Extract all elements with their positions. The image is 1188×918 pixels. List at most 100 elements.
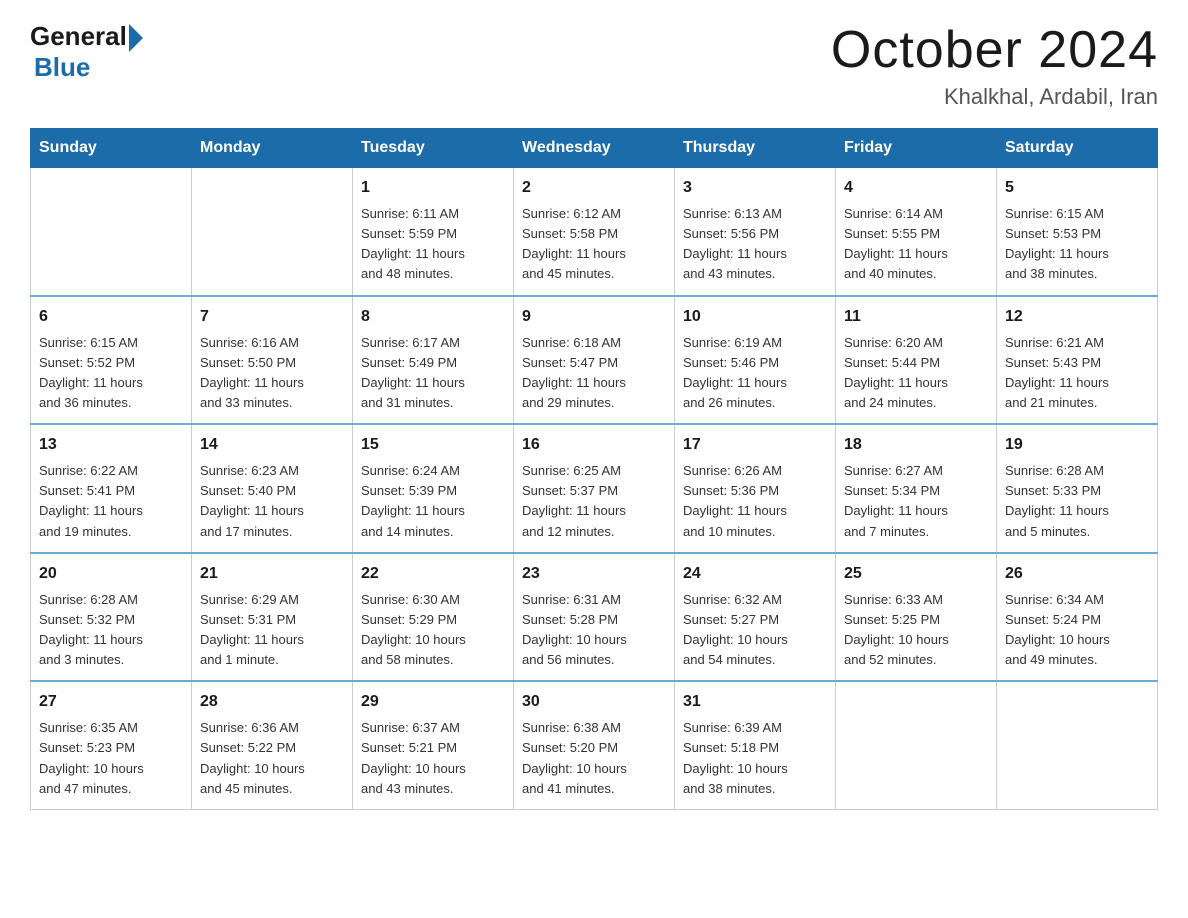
day-number: 13 (39, 433, 183, 457)
day-number: 25 (844, 562, 988, 586)
day-info: Sunrise: 6:12 AMSunset: 5:58 PMDaylight:… (522, 204, 666, 285)
day-info: Sunrise: 6:27 AMSunset: 5:34 PMDaylight:… (844, 461, 988, 542)
day-number: 12 (1005, 305, 1149, 329)
day-number: 11 (844, 305, 988, 329)
logo-arrow-icon (129, 24, 143, 52)
day-info: Sunrise: 6:30 AMSunset: 5:29 PMDaylight:… (361, 590, 505, 671)
weekday-header-sunday: Sunday (31, 129, 192, 168)
calendar-cell: 4 Sunrise: 6:14 AMSunset: 5:55 PMDaylight… (836, 168, 997, 296)
day-number: 15 (361, 433, 505, 457)
calendar-cell (997, 681, 1158, 809)
calendar-cell (192, 168, 353, 296)
day-info: Sunrise: 6:37 AMSunset: 5:21 PMDaylight:… (361, 718, 505, 799)
calendar-cell: 6 Sunrise: 6:15 AMSunset: 5:52 PMDaylight… (31, 296, 192, 425)
day-number: 26 (1005, 562, 1149, 586)
calendar-header-row: SundayMondayTuesdayWednesdayThursdayFrid… (31, 129, 1158, 168)
day-info: Sunrise: 6:24 AMSunset: 5:39 PMDaylight:… (361, 461, 505, 542)
calendar-cell: 1 Sunrise: 6:11 AMSunset: 5:59 PMDaylight… (353, 168, 514, 296)
day-info: Sunrise: 6:22 AMSunset: 5:41 PMDaylight:… (39, 461, 183, 542)
calendar-cell: 25 Sunrise: 6:33 AMSunset: 5:25 PMDayligh… (836, 553, 997, 682)
day-info: Sunrise: 6:29 AMSunset: 5:31 PMDaylight:… (200, 590, 344, 671)
logo-blue-text: Blue (34, 52, 90, 83)
calendar-cell: 22 Sunrise: 6:30 AMSunset: 5:29 PMDayligh… (353, 553, 514, 682)
day-number: 3 (683, 176, 827, 200)
day-number: 8 (361, 305, 505, 329)
day-info: Sunrise: 6:28 AMSunset: 5:33 PMDaylight:… (1005, 461, 1149, 542)
calendar-cell: 13 Sunrise: 6:22 AMSunset: 5:41 PMDayligh… (31, 424, 192, 553)
day-info: Sunrise: 6:14 AMSunset: 5:55 PMDaylight:… (844, 204, 988, 285)
calendar-cell: 5 Sunrise: 6:15 AMSunset: 5:53 PMDaylight… (997, 168, 1158, 296)
calendar-cell: 9Sunrise: 6:18 AMSunset: 5:47 PMDaylight… (514, 296, 675, 425)
day-info: Sunrise: 6:26 AMSunset: 5:36 PMDaylight:… (683, 461, 827, 542)
day-number: 4 (844, 176, 988, 200)
day-info: Sunrise: 6:28 AMSunset: 5:32 PMDaylight:… (39, 590, 183, 671)
day-info: Sunrise: 6:15 AMSunset: 5:52 PMDaylight:… (39, 333, 183, 414)
day-info: Sunrise: 6:11 AMSunset: 5:59 PMDaylight:… (361, 204, 505, 285)
page-title: October 2024 (831, 20, 1158, 80)
day-number: 18 (844, 433, 988, 457)
calendar-cell: 21 Sunrise: 6:29 AMSunset: 5:31 PMDayligh… (192, 553, 353, 682)
calendar-cell: 20 Sunrise: 6:28 AMSunset: 5:32 PMDayligh… (31, 553, 192, 682)
calendar-cell (836, 681, 997, 809)
day-number: 1 (361, 176, 505, 200)
day-number: 19 (1005, 433, 1149, 457)
day-number: 20 (39, 562, 183, 586)
day-number: 21 (200, 562, 344, 586)
calendar-week-row: 20 Sunrise: 6:28 AMSunset: 5:32 PMDayligh… (31, 553, 1158, 682)
weekday-header-monday: Monday (192, 129, 353, 168)
day-number: 7 (200, 305, 344, 329)
day-info: Sunrise: 6:34 AMSunset: 5:24 PMDaylight:… (1005, 590, 1149, 671)
weekday-header-tuesday: Tuesday (353, 129, 514, 168)
calendar-table: SundayMondayTuesdayWednesdayThursdayFrid… (30, 128, 1158, 810)
calendar-week-row: 1 Sunrise: 6:11 AMSunset: 5:59 PMDaylight… (31, 168, 1158, 296)
logo: General Blue (30, 20, 143, 83)
day-number: 24 (683, 562, 827, 586)
calendar-cell: 14 Sunrise: 6:23 AMSunset: 5:40 PMDayligh… (192, 424, 353, 553)
day-number: 9 (522, 305, 666, 329)
day-info: Sunrise: 6:19 AMSunset: 5:46 PMDaylight:… (683, 333, 827, 414)
calendar-week-row: 27 Sunrise: 6:35 AMSunset: 5:23 PMDayligh… (31, 681, 1158, 809)
page-subtitle: Khalkhal, Ardabil, Iran (831, 84, 1158, 110)
day-number: 29 (361, 690, 505, 714)
day-info: Sunrise: 6:35 AMSunset: 5:23 PMDaylight:… (39, 718, 183, 799)
calendar-cell: 24 Sunrise: 6:32 AMSunset: 5:27 PMDayligh… (675, 553, 836, 682)
calendar-cell: 30Sunrise: 6:38 AMSunset: 5:20 PMDayligh… (514, 681, 675, 809)
day-number: 22 (361, 562, 505, 586)
day-number: 2 (522, 176, 666, 200)
day-info: Sunrise: 6:32 AMSunset: 5:27 PMDaylight:… (683, 590, 827, 671)
calendar-cell: 28Sunrise: 6:36 AMSunset: 5:22 PMDayligh… (192, 681, 353, 809)
day-info: Sunrise: 6:17 AMSunset: 5:49 PMDaylight:… (361, 333, 505, 414)
day-number: 6 (39, 305, 183, 329)
calendar-week-row: 13 Sunrise: 6:22 AMSunset: 5:41 PMDayligh… (31, 424, 1158, 553)
day-info: Sunrise: 6:15 AMSunset: 5:53 PMDaylight:… (1005, 204, 1149, 285)
day-info: Sunrise: 6:23 AMSunset: 5:40 PMDaylight:… (200, 461, 344, 542)
day-info: Sunrise: 6:33 AMSunset: 5:25 PMDaylight:… (844, 590, 988, 671)
calendar-cell: 19 Sunrise: 6:28 AMSunset: 5:33 PMDayligh… (997, 424, 1158, 553)
calendar-cell: 31 Sunrise: 6:39 AMSunset: 5:18 PMDayligh… (675, 681, 836, 809)
day-number: 10 (683, 305, 827, 329)
title-block: October 2024 Khalkhal, Ardabil, Iran (831, 20, 1158, 110)
day-number: 31 (683, 690, 827, 714)
weekday-header-saturday: Saturday (997, 129, 1158, 168)
calendar-cell: 17 Sunrise: 6:26 AMSunset: 5:36 PMDayligh… (675, 424, 836, 553)
day-number: 16 (522, 433, 666, 457)
day-info: Sunrise: 6:38 AMSunset: 5:20 PMDaylight:… (522, 718, 666, 799)
day-info: Sunrise: 6:13 AMSunset: 5:56 PMDaylight:… (683, 204, 827, 285)
day-info: Sunrise: 6:39 AMSunset: 5:18 PMDaylight:… (683, 718, 827, 799)
calendar-cell: 15 Sunrise: 6:24 AMSunset: 5:39 PMDayligh… (353, 424, 514, 553)
weekday-header-thursday: Thursday (675, 129, 836, 168)
calendar-cell: 12Sunrise: 6:21 AMSunset: 5:43 PMDayligh… (997, 296, 1158, 425)
calendar-cell: 18 Sunrise: 6:27 AMSunset: 5:34 PMDayligh… (836, 424, 997, 553)
day-number: 17 (683, 433, 827, 457)
day-number: 5 (1005, 176, 1149, 200)
day-info: Sunrise: 6:16 AMSunset: 5:50 PMDaylight:… (200, 333, 344, 414)
calendar-cell: 8 Sunrise: 6:17 AMSunset: 5:49 PMDaylight… (353, 296, 514, 425)
calendar-cell: 2 Sunrise: 6:12 AMSunset: 5:58 PMDaylight… (514, 168, 675, 296)
weekday-header-wednesday: Wednesday (514, 129, 675, 168)
day-info: Sunrise: 6:25 AMSunset: 5:37 PMDaylight:… (522, 461, 666, 542)
calendar-cell: 11Sunrise: 6:20 AMSunset: 5:44 PMDayligh… (836, 296, 997, 425)
weekday-header-friday: Friday (836, 129, 997, 168)
day-number: 27 (39, 690, 183, 714)
calendar-cell: 7 Sunrise: 6:16 AMSunset: 5:50 PMDaylight… (192, 296, 353, 425)
day-number: 14 (200, 433, 344, 457)
